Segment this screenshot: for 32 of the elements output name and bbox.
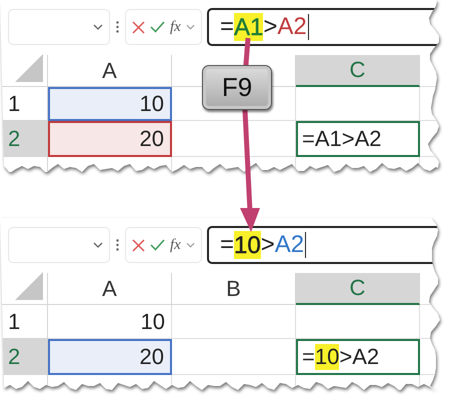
table-cell[interactable] (296, 87, 420, 121)
text-cursor (308, 14, 309, 40)
chevron-icon[interactable] (186, 24, 195, 30)
select-all-icon[interactable] (15, 272, 43, 300)
table-cell[interactable] (172, 305, 296, 339)
enter-icon[interactable] (150, 21, 165, 33)
insert-function-button[interactable]: fx (170, 18, 181, 36)
table-cell[interactable]: =A1>A2 (296, 121, 420, 157)
text-cursor (305, 232, 306, 258)
cancel-icon[interactable] (132, 238, 145, 252)
insert-function-button[interactable]: fx (170, 236, 181, 254)
enter-icon[interactable] (150, 239, 165, 251)
table-cell[interactable] (172, 339, 296, 375)
row-header[interactable]: 2 (0, 339, 48, 375)
keycap-tooltip: F9 (202, 65, 272, 110)
more-icon[interactable] (116, 239, 119, 251)
select-all-icon[interactable] (15, 54, 43, 82)
column-header[interactable]: C (296, 273, 420, 305)
row-header[interactable]: 2 (0, 121, 48, 157)
chevron-icon[interactable] (186, 242, 195, 248)
table-cell[interactable]: 20 (48, 339, 172, 375)
table-cell[interactable]: 10 (48, 87, 172, 121)
table-cell[interactable]: =10>A2 (296, 339, 420, 375)
cancel-icon[interactable] (132, 20, 145, 34)
table-cell[interactable] (172, 121, 296, 157)
column-header[interactable]: C (296, 55, 420, 87)
table-cell[interactable] (296, 305, 420, 339)
more-icon[interactable] (116, 21, 119, 33)
chevron-icon (93, 242, 103, 248)
chevron-icon (93, 24, 103, 30)
table-cell[interactable]: 20 (48, 121, 172, 157)
column-header[interactable]: A (48, 273, 172, 305)
